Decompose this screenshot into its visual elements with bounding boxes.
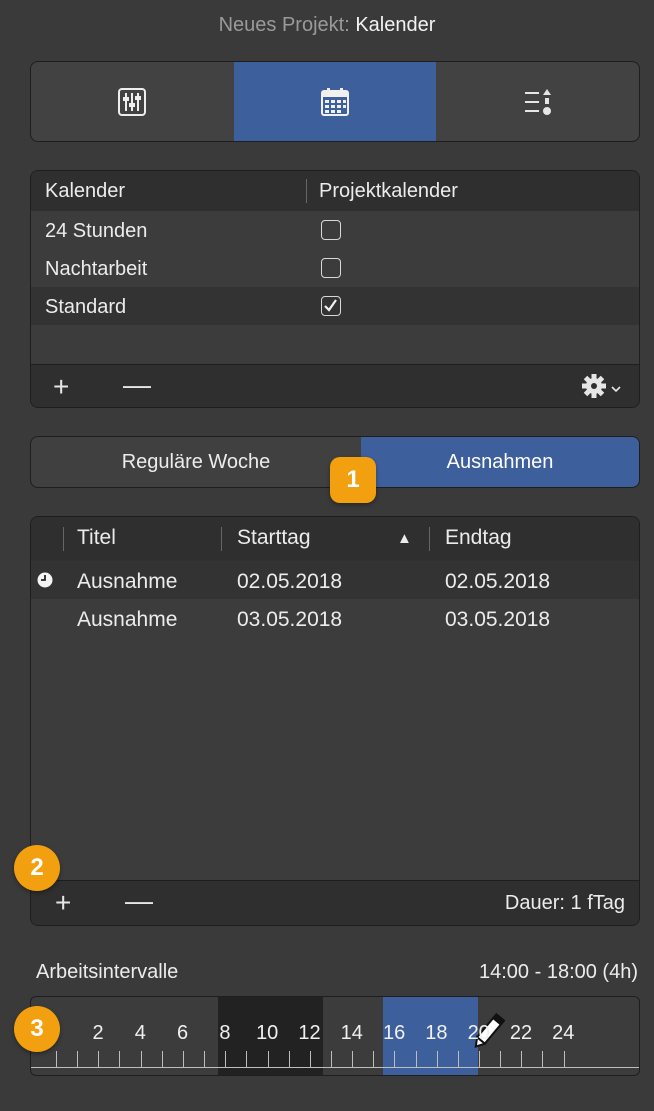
hour-tick xyxy=(119,1051,121,1067)
column-divider[interactable] xyxy=(221,527,222,551)
column-header-title[interactable]: Titel xyxy=(77,526,116,550)
calendar-name: Standard xyxy=(45,296,127,318)
calendar-table: Kalender Projektkalender 24 Stunden Nach… xyxy=(30,170,640,408)
hour-tick xyxy=(373,1051,375,1067)
hour-tick xyxy=(288,1051,290,1067)
column-header-project-calendar[interactable]: Projektkalender xyxy=(319,180,458,203)
timeline-baseline xyxy=(31,1067,639,1068)
add-exception-button[interactable]: + xyxy=(55,887,71,919)
step-badge-1: 1 xyxy=(330,457,376,503)
hour-label: 4 xyxy=(134,1022,146,1044)
hour-label: 10 xyxy=(256,1022,279,1044)
hour-tick xyxy=(542,1051,544,1067)
remove-calendar-button[interactable]: — xyxy=(123,369,151,401)
exception-row[interactable]: Ausnahme 03.05.2018 03.05.2018 xyxy=(31,599,639,637)
hour-label: 16 xyxy=(382,1022,406,1044)
work-intervals-label: Arbeitsintervalle xyxy=(36,961,179,983)
hour-label: 18 xyxy=(425,1022,448,1044)
hour-tick xyxy=(267,1051,269,1067)
hour-label: 24 xyxy=(552,1022,575,1044)
exceptions-table-header: Titel Starttag ▲ Endtag xyxy=(31,517,639,561)
window-title: Neues Projekt: Kalender xyxy=(0,14,654,37)
work-interval-timeline[interactable]: 2 4 6 8 10 12 14 16 18 20 22 24 xyxy=(30,996,640,1076)
step-badge-3: 3 xyxy=(14,1006,60,1052)
hour-tick xyxy=(182,1051,184,1067)
clock-icon xyxy=(37,572,53,588)
sliders-icon xyxy=(118,87,147,116)
hour-tick xyxy=(415,1051,417,1067)
view-tab-bar xyxy=(30,61,640,142)
sort-ascending-icon: ▲ xyxy=(397,530,412,547)
hour-label: 14 xyxy=(340,1022,363,1044)
calendar-name: 24 Stunden xyxy=(45,220,148,242)
hour-tick xyxy=(457,1051,459,1067)
hour-tick xyxy=(500,1051,502,1067)
calendar-table-header: Kalender Projektkalender xyxy=(31,171,639,211)
exception-end: 02.05.2018 xyxy=(445,570,551,593)
hour-tick xyxy=(309,1051,311,1067)
hour-tick xyxy=(161,1051,163,1067)
work-interval-range: 14:00 - 18:00 (4h) xyxy=(479,961,638,983)
tab-settings[interactable] xyxy=(31,62,234,141)
project-calendar-checkbox[interactable] xyxy=(321,258,341,278)
exception-start: 03.05.2018 xyxy=(237,608,343,631)
regular-week-option[interactable]: Reguläre Woche xyxy=(31,437,361,487)
duration-label: Dauer: 1 fTag xyxy=(504,892,625,914)
title-prefix: Neues Projekt: xyxy=(218,14,350,36)
hour-tick xyxy=(77,1051,79,1067)
hour-tick xyxy=(246,1051,248,1067)
title-name: Kalender xyxy=(355,14,436,36)
hour-label: 22 xyxy=(509,1022,533,1044)
hour-tick xyxy=(98,1051,100,1067)
hour-tick xyxy=(521,1051,523,1067)
list-sort-icon xyxy=(524,88,551,115)
exception-start: 02.05.2018 xyxy=(237,570,343,593)
calendar-row[interactable]: Nachtarbeit xyxy=(31,249,639,287)
hour-tick xyxy=(140,1051,142,1067)
hour-tick xyxy=(330,1051,332,1067)
hour-tick xyxy=(563,1051,565,1067)
hour-label: 8 xyxy=(219,1022,231,1044)
column-header-end-day[interactable]: Endtag xyxy=(445,526,512,550)
hour-label: 6 xyxy=(177,1022,189,1044)
hour-tick xyxy=(394,1051,396,1067)
exception-title: Ausnahme xyxy=(77,570,178,593)
exceptions-option[interactable]: Ausnahmen xyxy=(361,437,639,487)
calendar-row-selected[interactable]: Standard xyxy=(31,287,639,325)
calendar-name: Nachtarbeit xyxy=(45,258,148,280)
remove-exception-button[interactable]: — xyxy=(125,885,153,917)
calendar-icon xyxy=(321,87,349,116)
tab-calendar[interactable] xyxy=(233,62,437,141)
hour-tick xyxy=(436,1051,438,1067)
hour-tick xyxy=(56,1051,57,1067)
hour-tick xyxy=(352,1051,354,1067)
hour-label: 20 xyxy=(467,1022,490,1044)
exception-row-selected[interactable]: Ausnahme 02.05.2018 02.05.2018 xyxy=(31,561,639,599)
add-calendar-button[interactable]: + xyxy=(53,371,69,403)
project-calendar-checkbox-checked[interactable] xyxy=(321,296,341,316)
exceptions-table-footer: + — Dauer: 1 fTag xyxy=(31,880,639,925)
calendar-table-footer: + — xyxy=(31,364,639,407)
hour-tick xyxy=(225,1051,227,1067)
project-calendar-checkbox[interactable] xyxy=(321,220,341,240)
hour-tick xyxy=(479,1051,480,1067)
column-divider[interactable] xyxy=(429,527,430,551)
calendar-row[interactable]: 24 Stunden xyxy=(31,211,639,249)
column-header-calendar[interactable]: Kalender xyxy=(45,180,125,203)
column-header-start-day[interactable]: Starttag xyxy=(237,526,311,550)
exception-end: 03.05.2018 xyxy=(445,608,551,631)
hour-tick xyxy=(204,1051,206,1067)
checkmark-icon xyxy=(324,299,337,312)
exceptions-table: Titel Starttag ▲ Endtag Ausnahme 02.05.2… xyxy=(30,516,640,926)
column-divider[interactable] xyxy=(306,179,307,203)
step-badge-2: 2 xyxy=(14,845,60,891)
column-divider[interactable] xyxy=(63,527,64,551)
hour-label: 12 xyxy=(298,1022,321,1044)
hour-label: 2 xyxy=(92,1022,104,1044)
exception-title: Ausnahme xyxy=(77,608,178,631)
tab-list-options[interactable] xyxy=(436,62,639,141)
gear-icon[interactable] xyxy=(581,373,625,399)
